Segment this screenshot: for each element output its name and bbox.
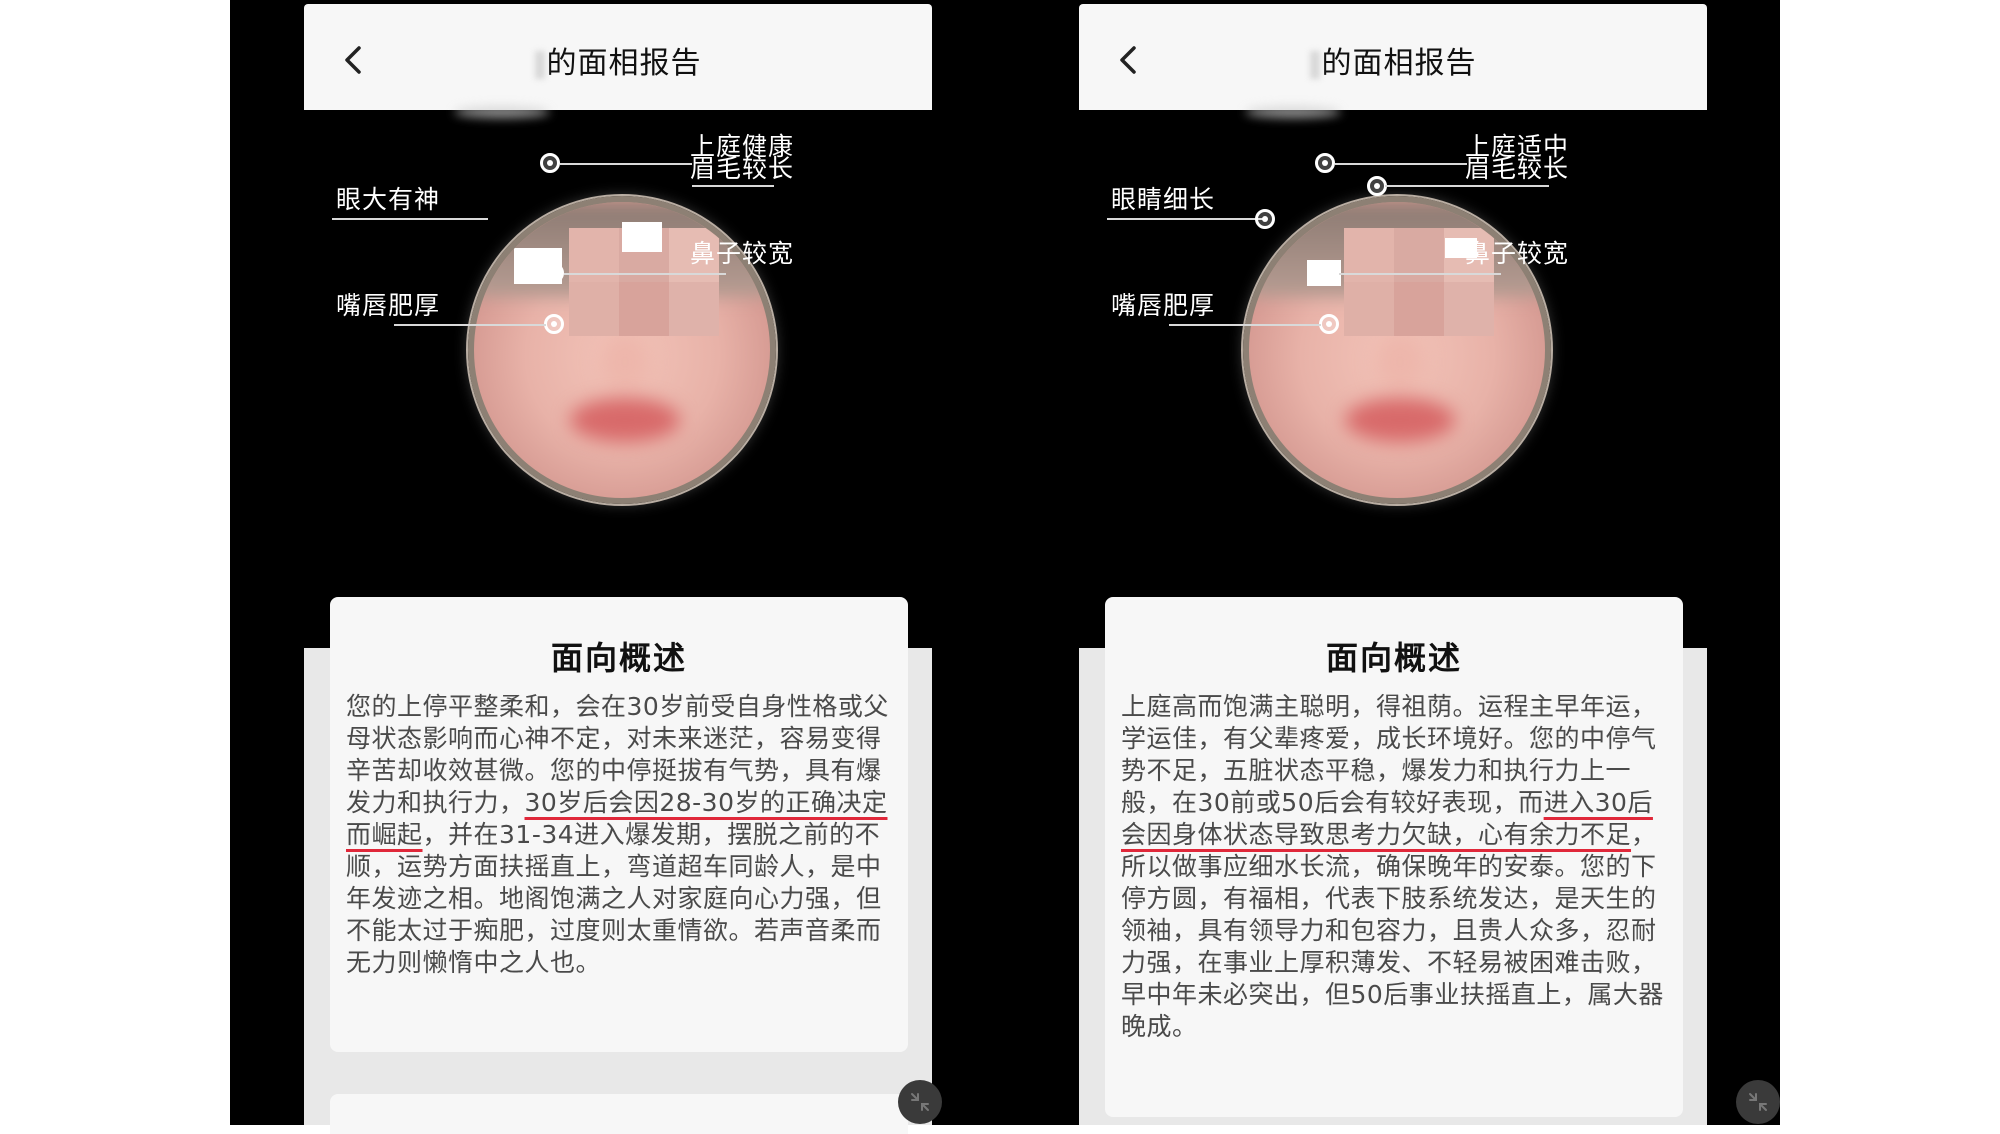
nose-marker[interactable] <box>1319 263 1339 283</box>
label-lips: 嘴唇肥厚 <box>336 291 441 320</box>
label-eyebrows: 眉毛较长 <box>690 154 795 183</box>
page-title: 的面相报告 <box>1079 38 1707 82</box>
face-report-panel-left: 的面相报告 上庭健康 眉毛较长 眼大有神 鼻子较宽 嘴唇肥厚 面向概述 您的上停… <box>304 0 932 1134</box>
comparison-stage: 的面相报告 上庭健康 眉毛较长 眼大有神 鼻子较宽 嘴唇肥厚 面向概述 您的上停… <box>230 0 1780 1134</box>
label-eyebrows: 眉毛较长 <box>1465 154 1570 183</box>
collapse-arrows-icon <box>911 1093 929 1111</box>
blurred-name <box>534 50 545 79</box>
overview-card: 面向概述 上庭高而饱满主聪明，得祖荫。运程主早年运，学运佳，有父辈疼爱，成长环境… <box>1105 597 1683 1117</box>
collapse-button[interactable] <box>898 1080 942 1124</box>
overview-card: 面向概述 您的上停平整柔和，会在30岁前受自身性格或父母状态影响而心神不定，对未… <box>330 597 908 1052</box>
card-text: 您的上停平整柔和，会在30岁前受自身性格或父母状态影响而心神不定，对未来迷茫，容… <box>346 692 889 977</box>
blurred-name <box>1309 50 1320 79</box>
label-lips: 嘴唇肥厚 <box>1111 291 1216 320</box>
app-header: 的面相报告 <box>1079 4 1707 110</box>
label-nose: 鼻子较宽 <box>690 239 795 268</box>
card-text: 上庭高而饱满主聪明，得祖荫。运程主早年运，学运佳，有父辈疼爱，成长环境好。您的中… <box>1121 692 1664 1041</box>
card-title: 面向概述 <box>550 639 687 677</box>
lips-marker[interactable] <box>544 314 564 334</box>
face-report-panel-right: 的面相报告 上庭适中 眉毛较长 眼睛细长 鼻子较宽 嘴唇肥厚 面向概述 上庭高而… <box>1079 0 1707 1125</box>
page-title: 的面相报告 <box>304 38 932 82</box>
label-nose: 鼻子较宽 <box>1465 239 1570 268</box>
label-eyes: 眼大有神 <box>336 185 441 214</box>
forehead-marker[interactable] <box>1315 153 1335 173</box>
lips-marker[interactable] <box>1319 314 1339 334</box>
eye-marker[interactable] <box>1255 209 1275 229</box>
nose-marker[interactable] <box>544 263 564 283</box>
app-header: 的面相报告 <box>304 4 932 110</box>
eyebrow-marker[interactable] <box>1367 176 1387 196</box>
label-eyes: 眼睛细长 <box>1111 185 1216 214</box>
next-card-edge <box>330 1094 908 1134</box>
collapse-arrows-icon <box>1749 1093 1767 1111</box>
forehead-marker[interactable] <box>540 153 560 173</box>
face-analysis: 上庭适中 眉毛较长 眼睛细长 鼻子较宽 嘴唇肥厚 <box>1079 110 1707 510</box>
collapse-button[interactable] <box>1736 1080 1780 1124</box>
card-title: 面向概述 <box>1325 639 1462 677</box>
face-analysis: 上庭健康 眉毛较长 眼大有神 鼻子较宽 嘴唇肥厚 <box>304 110 932 510</box>
